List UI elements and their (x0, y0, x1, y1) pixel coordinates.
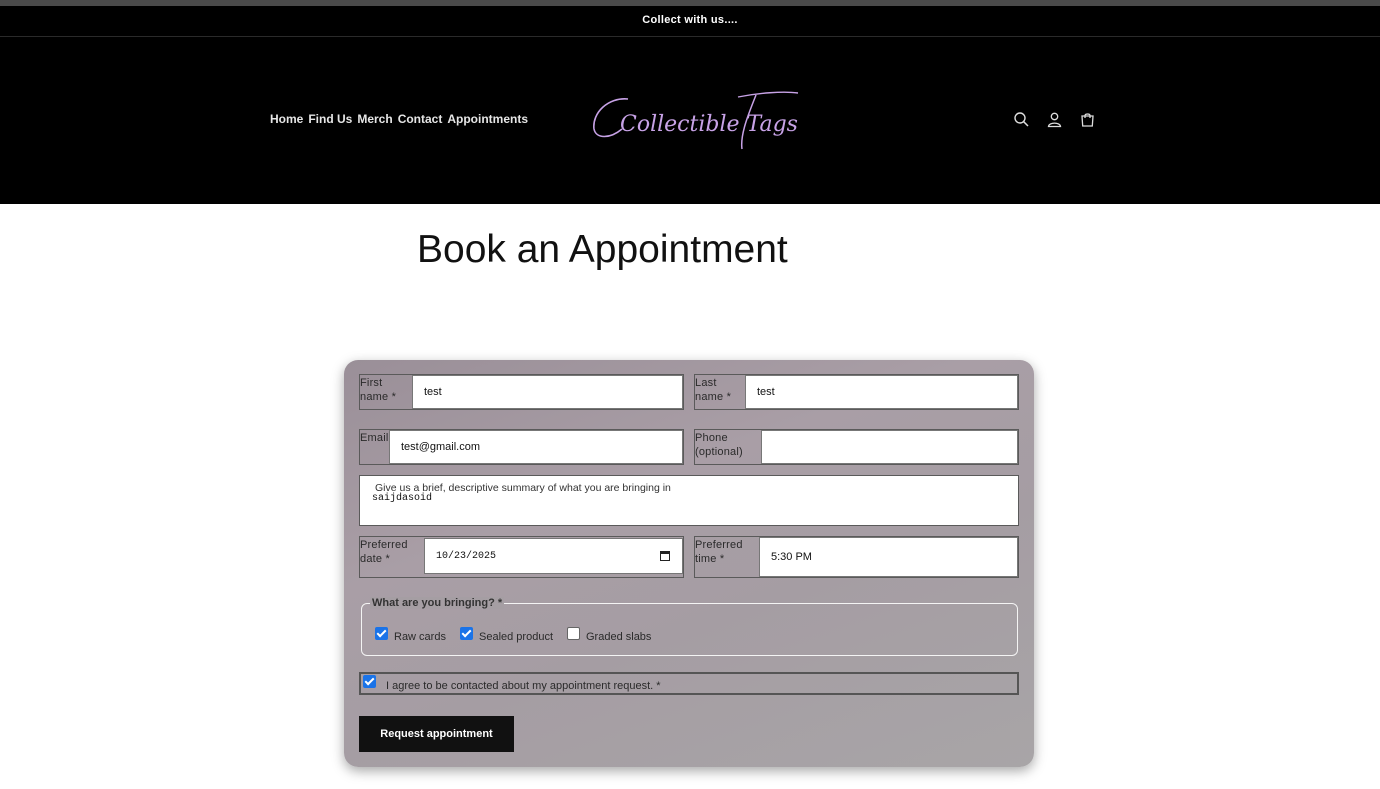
raw-cards-checkbox[interactable] (375, 627, 388, 640)
nav-home[interactable]: Home (270, 112, 303, 126)
last-name-label: Last name * (695, 377, 732, 403)
agree-label: I agree to be contacted about my appoint… (386, 680, 661, 692)
account-icon[interactable] (1046, 111, 1063, 128)
page-title: Book an Appointment (417, 228, 788, 271)
graded-slabs-checkbox[interactable] (567, 627, 580, 640)
nav-merch[interactable]: Merch (357, 112, 392, 126)
summary-value: saijdasoid (372, 493, 433, 504)
request-appointment-button[interactable]: Request appointment (359, 716, 514, 752)
last-name-input[interactable]: test (745, 375, 1018, 409)
phone-input[interactable] (761, 430, 1018, 464)
phone-group: Phone (optional) (694, 429, 1019, 465)
calendar-icon[interactable] (660, 551, 670, 561)
agree-checkbox[interactable] (363, 675, 376, 688)
logo-text: Collectible Tags (620, 112, 798, 137)
sealed-product-checkbox[interactable] (460, 627, 473, 640)
nav-find-us[interactable]: Find Us (308, 112, 352, 126)
first-name-group: First name * test (359, 374, 684, 410)
phone-label: Phone (optional) (695, 432, 743, 458)
email-group: Email test@gmail.com (359, 429, 684, 465)
main-nav: Home Find Us Merch Contact Appointments (270, 112, 528, 126)
time-group: Preferred time * 5:30 PM (694, 536, 1019, 578)
cart-icon[interactable] (1079, 111, 1096, 128)
time-input[interactable]: 5:30 PM (759, 537, 1018, 577)
search-icon[interactable] (1013, 111, 1030, 128)
collectible-tags-logo[interactable]: Collectible Tags (588, 85, 803, 155)
last-name-group: Last name * test (694, 374, 1019, 410)
date-label: Preferred date * (360, 539, 408, 565)
time-label: Preferred time * (695, 539, 743, 565)
header-icons (1013, 111, 1096, 128)
raw-cards-label: Raw cards (394, 631, 446, 643)
first-name-label: First name * (360, 377, 397, 403)
announcement-bar: Collect with us.... (0, 6, 1380, 37)
date-input[interactable]: 10/23/2025 (424, 538, 683, 574)
first-name-input[interactable]: test (412, 375, 683, 409)
sealed-product-label: Sealed product (479, 631, 553, 643)
nav-appointments[interactable]: Appointments (447, 112, 528, 126)
date-value: 10/23/2025 (436, 550, 497, 562)
nav-contact[interactable]: Contact (398, 112, 443, 126)
bringing-legend: What are you bringing? * (370, 597, 505, 609)
graded-slabs-label: Graded slabs (586, 631, 652, 643)
date-group: Preferred date * 10/23/2025 (359, 536, 684, 578)
email-input[interactable]: test@gmail.com (389, 430, 683, 464)
email-label: Email (360, 432, 389, 444)
site-header: Home Find Us Merch Contact Appointments … (0, 37, 1380, 204)
summary-textarea[interactable]: Give us a brief, descriptive summary of … (359, 475, 1019, 526)
